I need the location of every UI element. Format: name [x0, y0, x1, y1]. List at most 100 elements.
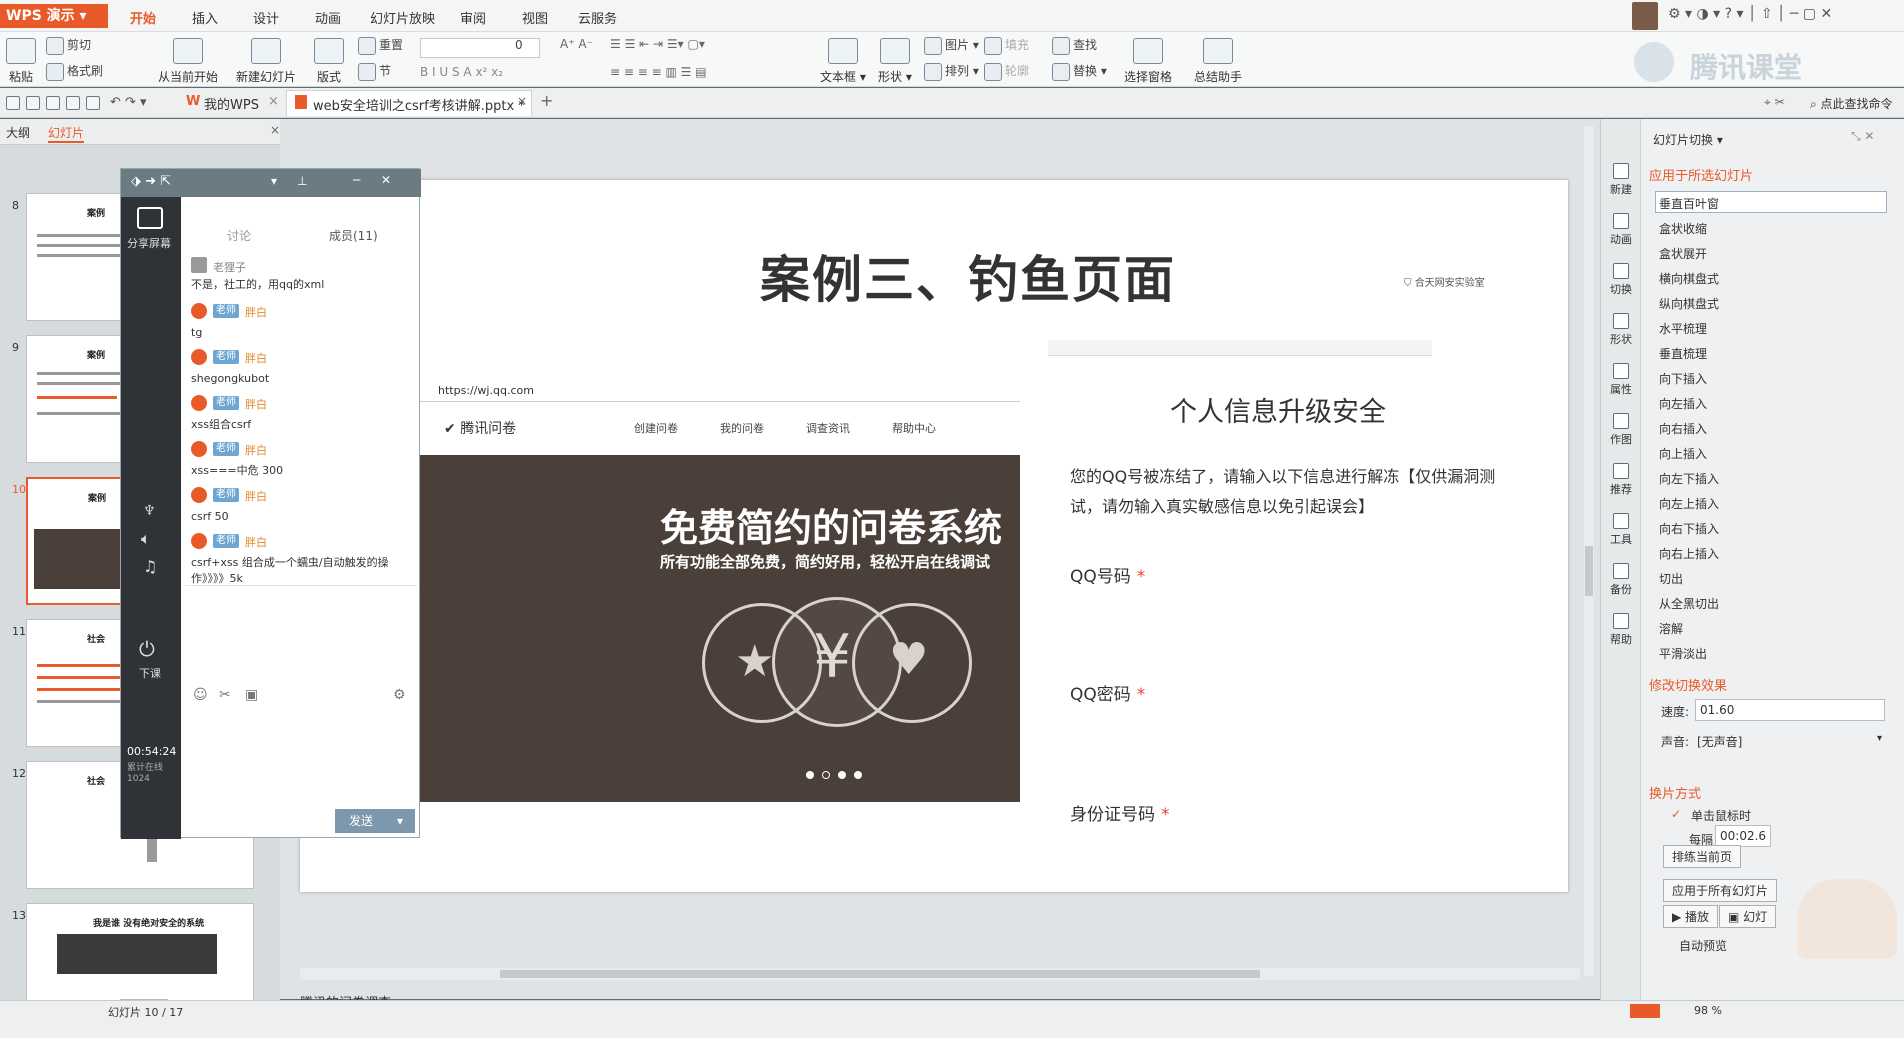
transition-item[interactable]: 向右上插入 [1659, 545, 1719, 562]
shape-icon[interactable]: 形状 [1605, 313, 1637, 347]
transition-item[interactable]: 切出 [1659, 570, 1683, 587]
tab-my-wps[interactable]: 我的WPS [204, 94, 259, 113]
zoom-level[interactable]: 98 % [1694, 1004, 1722, 1017]
slideshow-button[interactable]: ▣ 幻灯 [1719, 905, 1777, 928]
new-icon[interactable]: 新建 [1605, 163, 1637, 197]
current-slide[interactable]: 案例三、钓鱼页面 ⛉ 合天网安实验室 https://wj.qq.com ✔ 腾… [300, 180, 1568, 892]
transition-item[interactable]: 向左上插入 [1659, 495, 1719, 512]
menu-design[interactable]: 设计 [253, 8, 279, 27]
new-slide-button[interactable]: 新建幻灯片 [236, 38, 296, 85]
replace-button[interactable]: 替换 ▾ [1052, 62, 1107, 81]
layout-button[interactable]: 版式 [314, 38, 344, 85]
share-screen-label[interactable]: 分享屏幕 [127, 235, 171, 251]
transition-icon[interactable]: 切换 [1605, 263, 1637, 297]
checkbox-on-click[interactable]: ✓ [1671, 807, 1681, 821]
save-icon[interactable] [26, 96, 40, 110]
shape-button[interactable]: 形状 ▾ [878, 38, 912, 85]
user-avatar[interactable] [1632, 2, 1658, 30]
properties-icon[interactable]: 属性 [1605, 363, 1637, 397]
format-painter-button[interactable]: 格式刷 [46, 62, 103, 81]
paste-button[interactable]: 粘贴 [6, 38, 36, 85]
tab-close-icon[interactable]: × [268, 94, 279, 109]
send-button[interactable]: 发送 ▾ [335, 809, 415, 833]
summary-button[interactable]: 总结助手 [1194, 38, 1242, 85]
transition-item[interactable]: 水平梳理 [1659, 320, 1707, 337]
sound-select[interactable]: [无声音] [1697, 733, 1742, 750]
scissors-icon[interactable]: ✂ [219, 687, 231, 703]
chat-toolbar-icons[interactable]: ⬗ ➜ ⇱ [131, 174, 171, 189]
minimize-icon[interactable]: ─ [353, 173, 360, 187]
print-icon[interactable] [66, 96, 80, 110]
close-icon[interactable]: ✕ [381, 173, 391, 187]
transition-item[interactable]: 从全黑切出 [1659, 595, 1719, 612]
toolbar-mini-icons[interactable]: ⌖ ✂ [1764, 95, 1785, 110]
arrange-button[interactable]: 排列 ▾ [924, 62, 979, 81]
transition-item[interactable]: 垂直百叶窗 [1659, 195, 1719, 212]
undo-redo-icon[interactable]: ↶ ↷ ▾ [110, 95, 147, 110]
vertical-scrollbar[interactable] [1584, 126, 1594, 976]
tab-members[interactable]: 成员(11) [329, 227, 378, 244]
backup-icon[interactable]: 备份 [1605, 563, 1637, 597]
play-slideshow-icon[interactable] [1630, 1004, 1660, 1018]
transition-item[interactable]: 向左插入 [1659, 395, 1707, 412]
tab-discuss[interactable]: 讨论 [227, 227, 251, 244]
panel-pin-close-icons[interactable]: ⤡ ✕ [1851, 129, 1874, 144]
outline-button[interactable]: 轮廓 [984, 62, 1029, 81]
transition-panel-header[interactable]: 幻灯片切换 ▾ [1653, 131, 1723, 148]
menu-review[interactable]: 审阅 [460, 8, 486, 27]
transition-item[interactable]: 盒状收缩 [1659, 220, 1707, 237]
music-icon[interactable]: ♫ [143, 557, 157, 576]
speed-input[interactable]: 01.60 [1695, 699, 1885, 721]
tools-icon[interactable]: 工具 [1605, 513, 1637, 547]
fill-button[interactable]: 填充 [984, 36, 1029, 55]
menu-insert[interactable]: 插入 [192, 8, 218, 27]
recommend-icon[interactable]: 推荐 [1605, 463, 1637, 497]
image-icon[interactable]: ▣ [245, 687, 258, 703]
horizontal-scrollbar[interactable] [300, 968, 1580, 980]
end-class-label[interactable]: 下课 [139, 665, 161, 681]
transition-item[interactable]: 平滑淡出 [1659, 645, 1707, 662]
find-button[interactable]: 查找 [1052, 36, 1097, 55]
chat-input[interactable] [187, 711, 415, 781]
transition-item[interactable]: 向上插入 [1659, 445, 1707, 462]
reset-button[interactable]: 重置 [358, 36, 403, 55]
pin-icon[interactable]: ⊥ [297, 174, 307, 188]
help-icon[interactable]: 帮助 [1605, 613, 1637, 647]
font-grow-shrink[interactable]: A⁺ A⁻ [560, 37, 593, 51]
mic-icon[interactable]: ♆ [143, 503, 156, 519]
picture-button[interactable]: 图片 ▾ [924, 36, 979, 55]
transition-item[interactable]: 向下插入 [1659, 370, 1707, 387]
animation-icon[interactable]: 动画 [1605, 213, 1637, 247]
list-buttons[interactable]: ☰ ☰ ⇤ ⇥ ☰▾ ▢▾ [610, 37, 705, 51]
settings-icon[interactable]: ⚙ [393, 687, 406, 703]
every-input[interactable]: 00:02.6 [1715, 825, 1771, 847]
tab-slides[interactable]: 幻灯片 [48, 124, 85, 143]
menu-cloud[interactable]: 云服务 [578, 8, 617, 27]
emoji-icon[interactable]: ☺ [193, 687, 208, 703]
section-button[interactable]: 节 [358, 62, 391, 81]
open-folder-icon[interactable] [6, 96, 20, 110]
font-size-select[interactable]: 0 [515, 38, 523, 52]
menu-home[interactable]: 开始 [130, 8, 156, 27]
from-current-button[interactable]: 从当前开始 [158, 38, 218, 85]
transition-item[interactable]: 向左下插入 [1659, 470, 1719, 487]
chevron-down-icon[interactable]: ▾ [1877, 733, 1882, 744]
transition-item[interactable]: 向右下插入 [1659, 520, 1719, 537]
slide-thumbnail[interactable]: 我是谁 没有绝对安全的系统 [26, 903, 254, 1003]
tab-outline[interactable]: 大纲 [6, 124, 30, 141]
transition-item[interactable]: 纵向棋盘式 [1659, 295, 1719, 312]
close-panel-icon[interactable]: × [270, 123, 280, 137]
transition-item[interactable]: 垂直梳理 [1659, 345, 1707, 362]
align-buttons[interactable]: ≡ ≡ ≡ ≡ ▥ ☰ ▤ [610, 65, 707, 79]
apply-all-button[interactable]: 应用于所有幻灯片 [1663, 879, 1778, 902]
rehearse-button[interactable]: 排练当前页 [1663, 845, 1742, 868]
app-logo-button[interactable]: WPS 演示 ▾ [0, 4, 108, 28]
transition-item[interactable]: 向右插入 [1659, 420, 1707, 437]
speaker-icon[interactable]: 🔈︎ [141, 529, 151, 549]
font-style-buttons[interactable]: B I U S A x² x₂ [420, 65, 503, 79]
chevron-down-icon[interactable]: ▾ [397, 809, 403, 833]
preview-icon[interactable] [86, 96, 100, 110]
share-screen-icon[interactable] [137, 207, 163, 229]
textbox-button[interactable]: 文本框 ▾ [820, 38, 866, 85]
select-pane-button[interactable]: 选择窗格 [1124, 38, 1172, 85]
